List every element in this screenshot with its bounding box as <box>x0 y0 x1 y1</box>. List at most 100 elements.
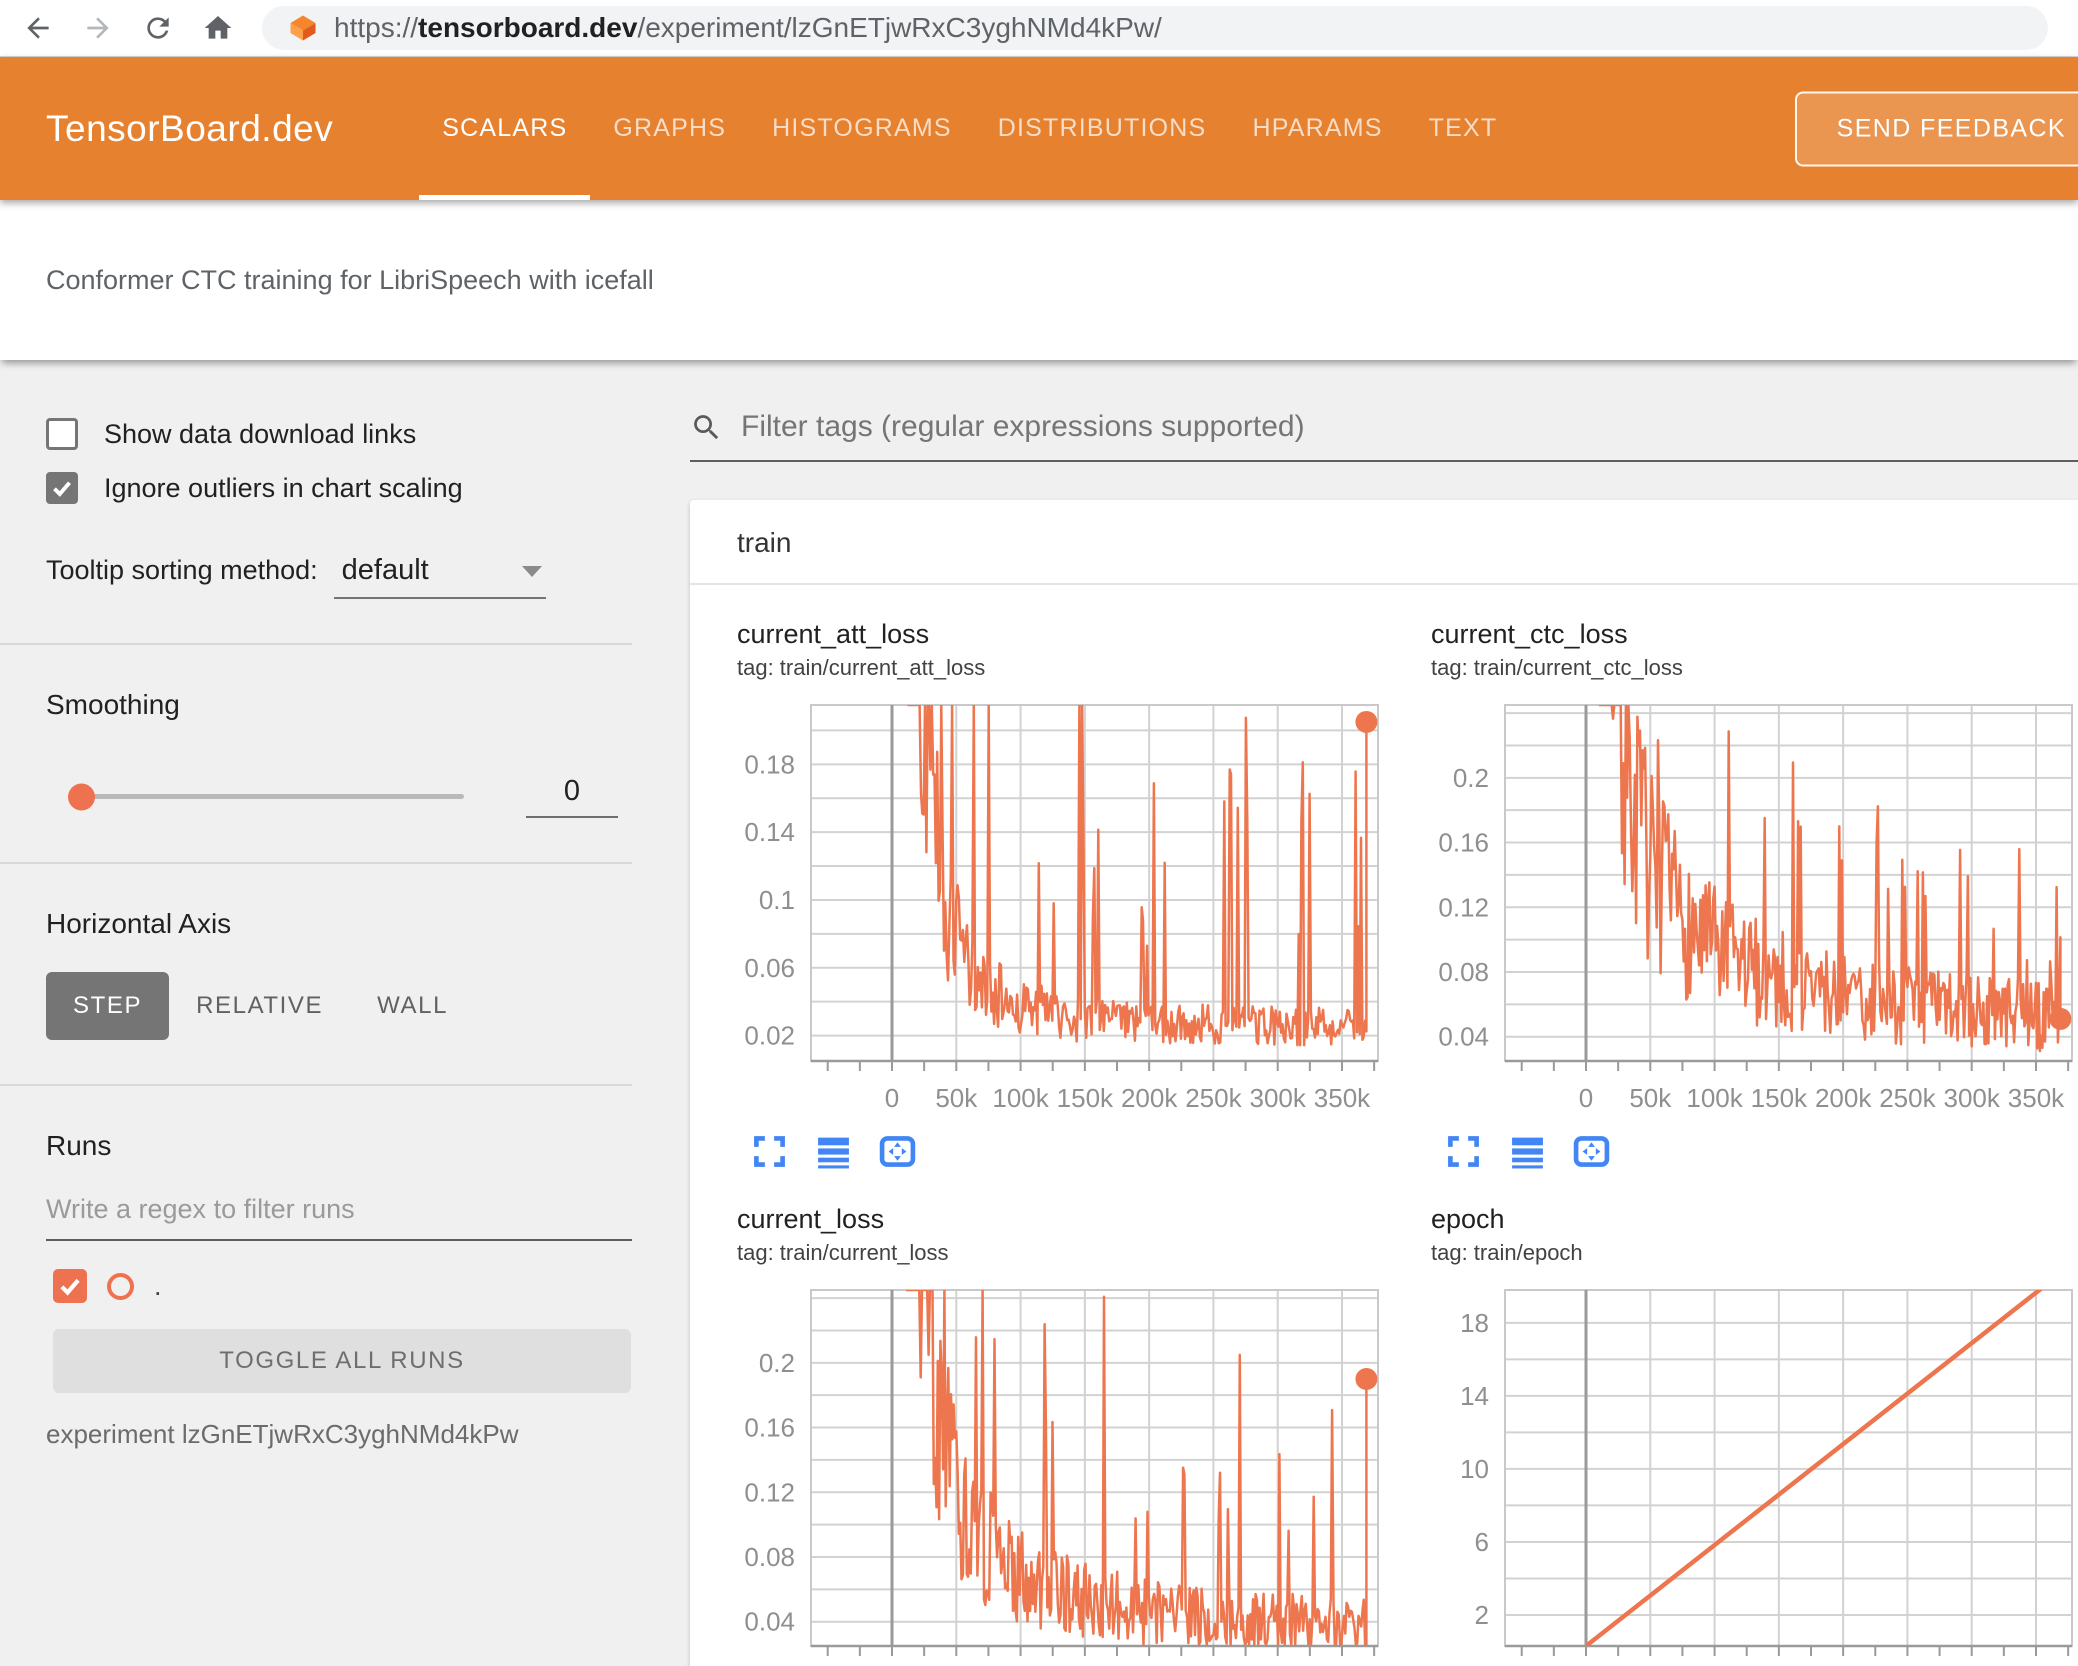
fit-domain-icon[interactable] <box>879 1133 916 1170</box>
show-download-row[interactable]: Show data download links <box>46 418 640 450</box>
back-icon[interactable] <box>22 12 54 44</box>
chart-toolbar <box>751 1133 1384 1170</box>
log-scale-icon[interactable] <box>815 1133 852 1170</box>
tooltip-sorting-select[interactable]: default <box>333 554 546 599</box>
chart-cell-current_ctc_loss: current_ctc_loss tag: train/current_ctc_l… <box>1384 585 2078 1170</box>
home-icon[interactable] <box>202 12 234 44</box>
series-end-dot <box>1355 1368 1378 1390</box>
app-header: TensorBoard.dev SCALARS GRAPHS HISTOGRAMS D… <box>0 57 2078 200</box>
divider <box>0 1084 632 1086</box>
chart-tag: tag: train/current_ctc_loss <box>1431 655 1683 680</box>
charts-grid: current_att_loss tag: train/current_att_l… <box>690 585 2078 1666</box>
ignore-outliers-row[interactable]: Ignore outliers in chart scaling <box>46 472 640 504</box>
tab-scalars[interactable]: SCALARS <box>419 57 591 200</box>
chevron-down-icon <box>521 566 542 577</box>
svg-text:250k: 250k <box>1185 1083 1242 1113</box>
smoothing-slider[interactable] <box>68 783 464 810</box>
series-end-dot <box>1355 710 1378 733</box>
axis-button-relative[interactable]: RELATIVE <box>169 972 350 1040</box>
train-section-title[interactable]: train <box>690 500 2078 585</box>
main-panel: train current_att_loss tag: train/current… <box>640 360 2078 1666</box>
nav-tabs: SCALARS GRAPHS HISTOGRAMS DISTRIBUTIONS HPAR… <box>419 57 1520 200</box>
url-text: https://tensorboard.dev/experiment/lzGnE… <box>334 12 1162 44</box>
divider <box>0 643 632 645</box>
svg-text:150k: 150k <box>1057 1083 1114 1113</box>
fullscreen-icon[interactable] <box>1445 1133 1482 1170</box>
svg-text:0.2: 0.2 <box>759 1348 795 1378</box>
check-icon <box>53 481 71 497</box>
horizontal-axis-buttons: STEP RELATIVE WALL <box>46 972 640 1040</box>
svg-text:0.18: 0.18 <box>744 749 795 779</box>
chart-title: current_loss <box>737 1204 885 1234</box>
svg-text:0.02: 0.02 <box>744 1021 795 1051</box>
show-download-checkbox[interactable] <box>46 418 78 450</box>
chart-cell-current_loss: current_loss tag: train/current_loss 0.2 0.… <box>690 1170 1384 1666</box>
svg-text:200k: 200k <box>1121 1083 1178 1113</box>
chart-title: current_ctc_loss <box>1431 619 1628 649</box>
svg-text:14: 14 <box>1460 1381 1489 1411</box>
svg-text:18: 18 <box>1460 1308 1489 1338</box>
chart-plot-epoch[interactable]: 18141062050k100k150k200k250k300k350k <box>1431 1282 2078 1666</box>
axis-button-step[interactable]: STEP <box>46 972 170 1040</box>
chart-title: current_att_loss <box>737 619 930 649</box>
filter-tags-input[interactable] <box>741 410 2078 444</box>
slider-thumb[interactable] <box>68 783 95 810</box>
chart-plot-current_att_loss[interactable]: 0.18 0.14 0.1 0.06 0.02 0 50k 100k 150k 200k 250k 3… <box>737 697 1397 1113</box>
svg-text:100k: 100k <box>1686 1083 1743 1113</box>
series-line <box>906 1290 1368 1646</box>
smoothing-value-input[interactable] <box>526 775 618 818</box>
fit-domain-icon[interactable] <box>1573 1133 1610 1170</box>
filter-tags-row <box>690 410 2078 462</box>
series-line <box>907 705 1368 1047</box>
chart-tag: tag: train/current_loss <box>737 1240 949 1265</box>
chart-tag: tag: train/current_att_loss <box>737 655 986 680</box>
content: Show data download links Ignore outliers… <box>0 360 2078 1666</box>
run-row[interactable]: . <box>46 1269 640 1303</box>
chart-cell-current_att_loss: current_att_loss tag: train/current_att_l… <box>690 585 1384 1170</box>
runs-filter-input[interactable] <box>46 1188 632 1241</box>
log-scale-icon[interactable] <box>1509 1133 1546 1170</box>
reload-icon[interactable] <box>142 12 174 44</box>
svg-text:0.16: 0.16 <box>1438 828 1489 858</box>
svg-text:0.2: 0.2 <box>1453 763 1489 793</box>
experiment-caption: experiment lzGnETjwRxC3yghNMd4kPw <box>46 1419 519 1449</box>
forward-icon[interactable] <box>82 12 114 44</box>
fullscreen-icon[interactable] <box>751 1133 788 1170</box>
brand-title: TensorBoard.dev <box>46 107 334 149</box>
toggle-all-runs-button[interactable]: TOGGLE ALL RUNS <box>53 1329 631 1393</box>
smoothing-label: Smoothing <box>46 689 180 720</box>
tab-text[interactable]: TEXT <box>1406 57 1521 200</box>
chart-plot-current_loss[interactable]: 0.20.160.120.080.04050k100k150k200k250k3… <box>737 1282 1397 1666</box>
chart-cell-epoch: epochtag: train/epoch18141062050k100k150… <box>1384 1170 2078 1666</box>
run-checkbox[interactable] <box>53 1269 87 1303</box>
tab-hparams[interactable]: HPARAMS <box>1229 57 1405 200</box>
svg-text:0.08: 0.08 <box>744 1542 795 1572</box>
svg-text:6: 6 <box>1475 1527 1489 1557</box>
send-feedback-button[interactable]: SEND FEEDBACK <box>1794 91 2078 166</box>
smoothing-row <box>46 775 640 818</box>
svg-text:10: 10 <box>1460 1454 1489 1484</box>
chart-title: epoch <box>1431 1204 1505 1234</box>
run-color-swatch <box>107 1272 134 1300</box>
svg-text:300k: 300k <box>1944 1083 2001 1113</box>
svg-text:300k: 300k <box>1250 1083 1307 1113</box>
ignore-outliers-checkbox[interactable] <box>46 472 78 504</box>
tab-histograms[interactable]: HISTOGRAMS <box>749 57 975 200</box>
tooltip-sorting-value: default <box>341 554 429 586</box>
train-card: train current_att_loss tag: train/current… <box>690 500 2078 1666</box>
svg-text:0.1: 0.1 <box>759 885 795 915</box>
svg-text:350k: 350k <box>1314 1083 1371 1113</box>
tab-distributions[interactable]: DISTRIBUTIONS <box>975 57 1230 200</box>
browser-toolbar: https://tensorboard.dev/experiment/lzGnE… <box>0 0 2078 57</box>
url-domain: tensorboard.dev <box>418 12 638 43</box>
check-icon <box>60 1278 80 1296</box>
chart-tag: tag: train/epoch <box>1431 1240 1583 1265</box>
axis-button-wall[interactable]: WALL <box>350 972 475 1040</box>
address-bar[interactable]: https://tensorboard.dev/experiment/lzGnE… <box>262 6 2048 50</box>
svg-text:2: 2 <box>1475 1600 1489 1630</box>
chart-plot-current_ctc_loss[interactable]: 0.2 0.16 0.12 0.08 0.04 0 50k 100k 150k 200k 250k 3… <box>1431 697 2078 1113</box>
svg-text:350k: 350k <box>2008 1083 2065 1113</box>
url-scheme: https:// <box>334 12 419 43</box>
tab-graphs[interactable]: GRAPHS <box>590 57 749 200</box>
ignore-outliers-label: Ignore outliers in chart scaling <box>104 472 463 503</box>
